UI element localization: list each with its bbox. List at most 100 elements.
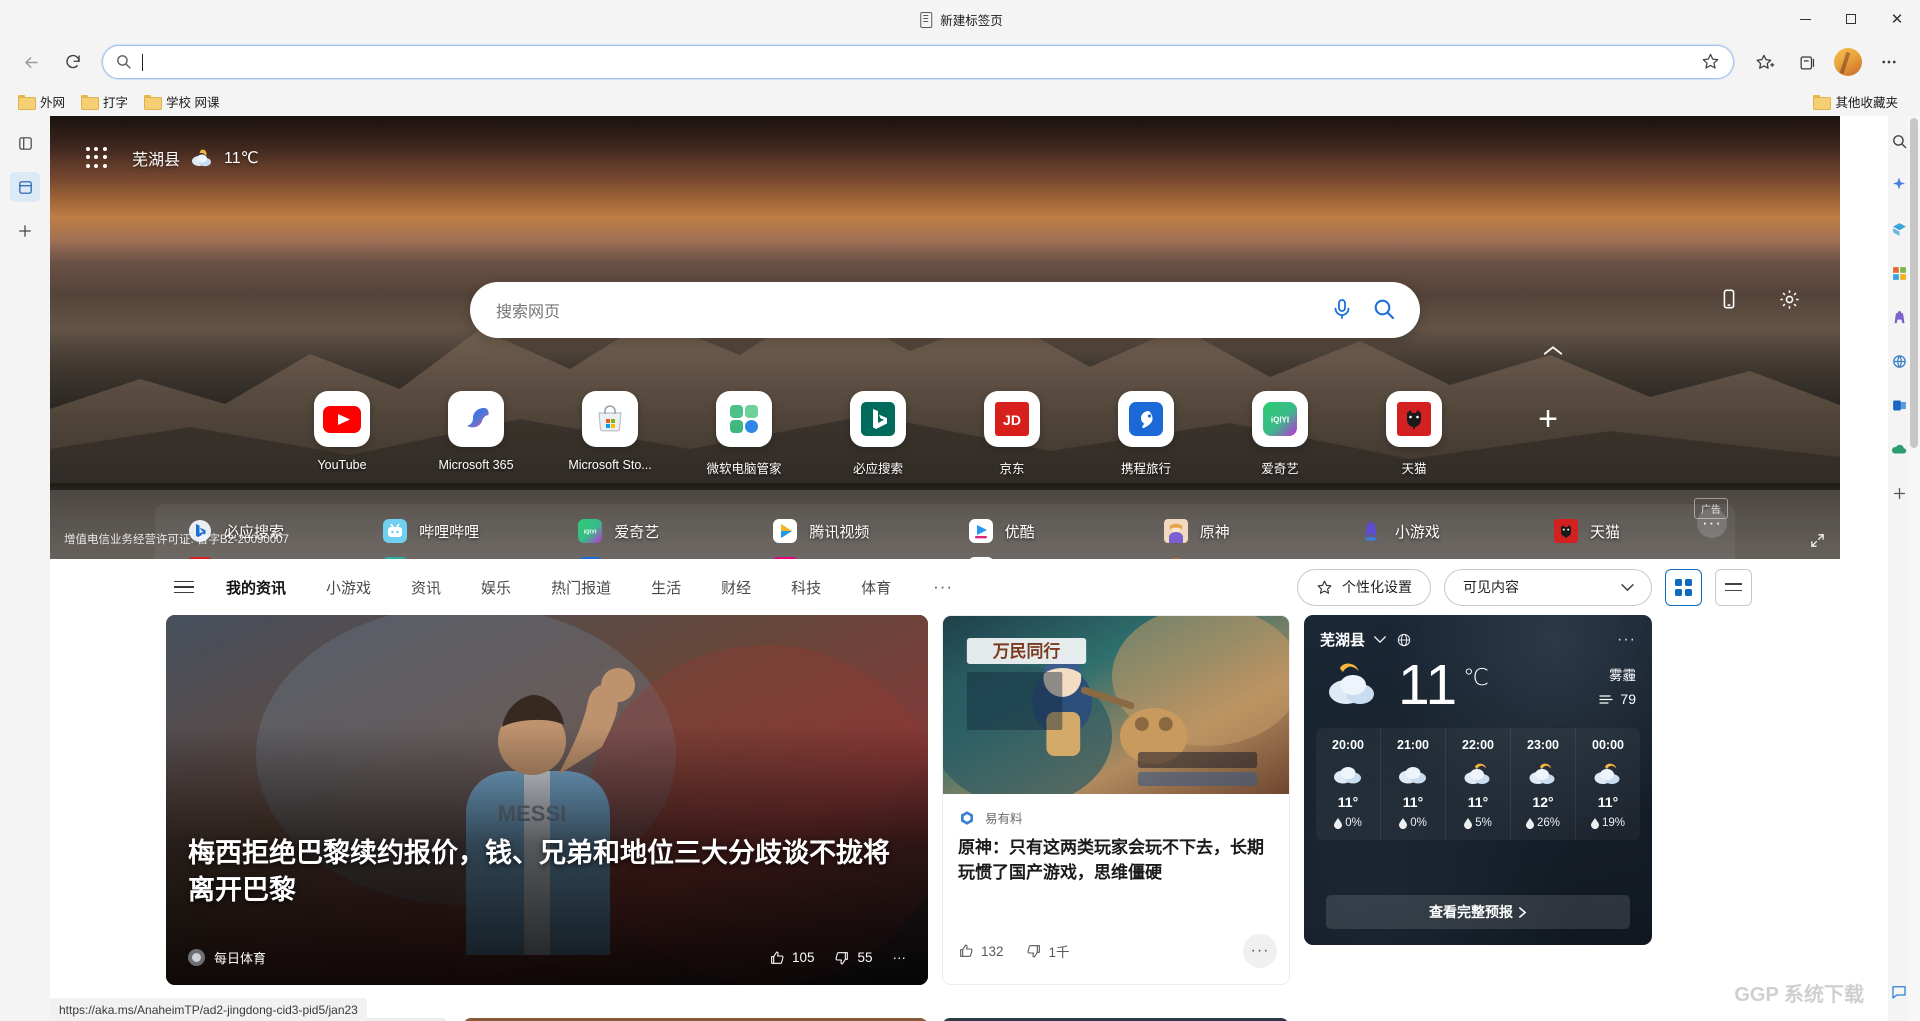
news-tab-sports[interactable]: 体育 xyxy=(859,573,893,602)
quick-link[interactable]: 哔哩哔哩 xyxy=(382,518,532,544)
microsoft365-icon xyxy=(448,391,504,447)
quick-link-more[interactable]: 更多 xyxy=(1553,556,1703,559)
quick-link[interactable]: 小游戏 xyxy=(1358,518,1508,544)
secondary-body: 易有料 原神：只有这两类玩家会玩不下去，长期玩惯了国产游戏，思维僵硬 xyxy=(943,794,1289,886)
back-icon[interactable] xyxy=(14,45,48,79)
collapse-chevron-icon[interactable] xyxy=(1542,344,1564,358)
quick-link[interactable]: 微软电脑管家 xyxy=(1358,556,1508,559)
news-tab-entertainment[interactable]: 娱乐 xyxy=(479,573,513,602)
shortcut-tile[interactable]: Microsoft Sto... xyxy=(568,391,652,472)
microphone-icon[interactable] xyxy=(1330,297,1356,323)
bookmark-item[interactable]: 打字 xyxy=(73,89,136,114)
hourly-item[interactable]: 00:00 11° 19% xyxy=(1576,728,1640,840)
minimize-button[interactable] xyxy=(1782,0,1828,38)
quick-link[interactable]: BOSS 直聘 BOSS直聘 xyxy=(382,556,532,559)
mobile-device-icon[interactable] xyxy=(1718,288,1744,314)
like-stat[interactable]: 105 xyxy=(769,950,814,966)
close-button[interactable]: ✕ xyxy=(1874,0,1920,38)
hero-search-submit-icon[interactable] xyxy=(1372,297,1398,323)
other-bookmarks-button[interactable]: 其他收藏夹 xyxy=(1805,89,1906,114)
weather-current: 11 ℃ 雾霾 79 xyxy=(1304,650,1652,714)
browser-tab[interactable]: 新建标签页 xyxy=(905,2,1015,36)
collections-icon[interactable] xyxy=(1790,45,1824,79)
apps-grid-icon[interactable] xyxy=(86,147,108,169)
hero-weather-summary[interactable]: 芜湖县 11℃ xyxy=(132,146,259,170)
full-forecast-button[interactable]: 查看完整预报 xyxy=(1326,895,1630,929)
favorite-star-icon[interactable] xyxy=(1701,52,1721,72)
vertical-tabs-icon[interactable] xyxy=(10,172,40,202)
bookmark-item[interactable]: 学校 网课 xyxy=(136,89,227,114)
shortcut-tile[interactable]: 微软电脑管家 xyxy=(703,391,785,477)
hourly-item[interactable]: 21:00 11° 0% xyxy=(1381,728,1446,840)
hourly-item[interactable]: 22:00 11° 5% xyxy=(1446,728,1511,840)
news-card-featured[interactable]: MESSI 梅西拒绝巴黎续约报价，钱、兄弟和地位三大分歧谈不拢将离开巴黎 每日体… xyxy=(166,615,928,985)
news-tab-minigames[interactable]: 小游戏 xyxy=(324,573,373,602)
address-bar[interactable] xyxy=(102,45,1734,79)
new-tab-page-icon xyxy=(917,11,933,28)
news-tab-news[interactable]: 资讯 xyxy=(409,573,443,602)
quick-link[interactable]: 腾讯视频 xyxy=(772,518,922,544)
folder-icon xyxy=(144,94,163,110)
news-menu-icon[interactable] xyxy=(174,577,194,597)
quick-link[interactable]: 唯 唯品会 xyxy=(772,556,922,559)
vertical-scrollbar[interactable] xyxy=(1908,116,1920,1021)
profile-avatar[interactable] xyxy=(1834,48,1862,76)
dislike-stat[interactable]: 55 xyxy=(834,950,873,966)
expand-icon[interactable] xyxy=(1809,532,1826,549)
personalize-button[interactable]: 个性化设置 xyxy=(1297,568,1431,606)
news-tab-finance[interactable]: 财经 xyxy=(719,573,753,602)
other-bookmarks-label: 其他收藏夹 xyxy=(1835,95,1898,110)
news-tab-hot[interactable]: 热门报道 xyxy=(549,573,613,602)
hour-precip-value: 19% xyxy=(1601,817,1626,829)
new-tab-icon[interactable] xyxy=(10,216,40,246)
like-stat[interactable]: 132 xyxy=(958,943,1004,959)
featured-more-icon[interactable]: ··· xyxy=(893,950,907,965)
news-tabs-overflow-icon[interactable]: ··· xyxy=(933,577,953,597)
news-tab-life[interactable]: 生活 xyxy=(649,573,683,602)
bilibili-icon xyxy=(382,518,408,544)
droplet-icon xyxy=(1590,817,1599,829)
add-shortcut-button[interactable]: + xyxy=(1507,391,1589,447)
shortcut-tile[interactable]: JD 京东 xyxy=(971,391,1053,477)
hourly-item[interactable]: 23:00 12° 26% xyxy=(1511,728,1576,840)
hourly-item[interactable]: 20:00 11° 0% xyxy=(1316,728,1381,840)
shortcut-tile[interactable]: 必应搜索 xyxy=(837,391,919,477)
globe-icon[interactable] xyxy=(1396,632,1412,648)
favorites-icon[interactable] xyxy=(1748,45,1782,79)
quick-link[interactable]: JD 京东 xyxy=(187,556,337,559)
news-tab-my-feed[interactable]: 我的资讯 xyxy=(224,573,288,602)
shortcut-label: Microsoft 365 xyxy=(438,458,514,472)
settings-more-icon[interactable] xyxy=(1872,45,1906,79)
hero-temperature-label: 11℃ xyxy=(224,150,259,167)
quick-link[interactable]: 37网游 xyxy=(1163,556,1313,559)
scrollbar-thumb[interactable] xyxy=(1910,118,1918,448)
quick-link[interactable]: iQIYI 爱奇艺 xyxy=(577,518,727,544)
list-view-button[interactable] xyxy=(1715,568,1752,606)
dislike-stat[interactable]: 1千 xyxy=(1026,941,1070,961)
gear-icon[interactable] xyxy=(1778,288,1804,314)
secondary-more-icon[interactable]: ··· xyxy=(1243,934,1277,968)
bookmark-item[interactable]: 外网 xyxy=(10,89,73,114)
shortcut-tile[interactable]: 携程旅行 xyxy=(1105,391,1187,477)
shortcut-tile[interactable]: iQIYI 爱奇艺 xyxy=(1239,391,1321,477)
maximize-button[interactable] xyxy=(1828,0,1874,38)
quick-link[interactable]: 原神 xyxy=(1163,518,1313,544)
shortcut-tile[interactable]: Microsoft 365 xyxy=(435,391,517,472)
quick-link[interactable]: 优酷 xyxy=(968,518,1118,544)
quick-link[interactable]: 携程旅行 xyxy=(577,556,727,559)
hero-search-box[interactable]: 搜索网页 xyxy=(470,282,1420,338)
weather-more-icon[interactable]: ··· xyxy=(1617,631,1636,649)
quick-link[interactable]: 阿里1688 xyxy=(968,556,1118,559)
grid-view-button[interactable] xyxy=(1665,568,1702,606)
visibility-select[interactable]: 可见内容 xyxy=(1444,568,1652,606)
address-input[interactable] xyxy=(145,54,1701,70)
reload-icon[interactable] xyxy=(56,45,90,79)
quick-link[interactable]: 天猫 xyxy=(1553,518,1703,544)
news-card-secondary[interactable]: 万民同行 易有料 原神：只有这两类玩家会玩不下去，长期玩惯了国产游戏，思维僵硬 xyxy=(942,615,1290,985)
shortcut-tile[interactable]: 天猫 xyxy=(1373,391,1455,477)
chevron-down-icon[interactable] xyxy=(1373,635,1387,644)
shortcut-tile[interactable]: YouTube xyxy=(301,391,383,472)
news-tab-tech[interactable]: 科技 xyxy=(789,573,823,602)
tab-actions-icon[interactable] xyxy=(10,128,40,158)
weather-card[interactable]: 芜湖县 ··· 11 ℃ 雾霾 79 20:00 11° 0% 21:00 11… xyxy=(1304,615,1652,945)
